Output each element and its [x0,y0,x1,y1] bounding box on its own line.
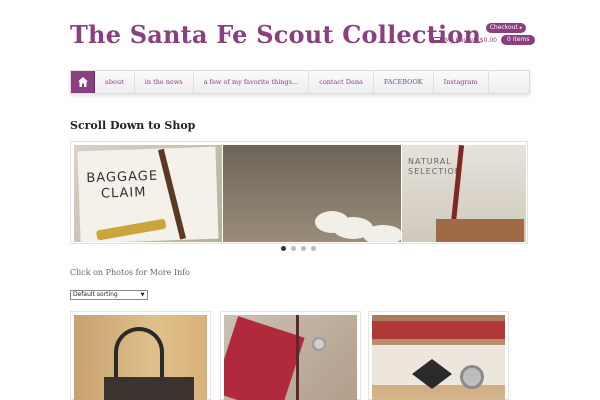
site-title[interactable]: The Santa Fe Scout Collection [70,20,481,49]
sort-select[interactable]: Default sorting ▼ [70,290,148,300]
slider-pagination [281,246,316,251]
silver-concho [312,337,326,351]
slide-text: BAGGAGE [86,168,159,187]
slide-clouds[interactable] [223,145,401,242]
basket-total: My Basket: $0.00 [445,36,497,44]
product-card[interactable] [220,311,361,400]
cloud-shape [363,225,401,242]
home-icon [77,77,88,87]
nav-item-facebook[interactable]: FACEBOOK [374,71,434,93]
slide-text: NATURAL [408,157,452,166]
magazine-page: BAGGAGE CLAIM [77,146,219,242]
slider-dot[interactable] [311,246,316,251]
basket-summary[interactable]: My Basket: $0.00 0 items [433,35,536,45]
chevron-down-icon: ▼ [140,292,145,298]
cart-icon [433,37,441,43]
nav-home-button[interactable] [71,71,95,93]
click-info-text: Click on Photos for More Info [70,268,190,277]
main-navigation: about in the news a few of my favorite t… [70,70,530,94]
product-image[interactable] [372,315,505,400]
nav-item-contact[interactable]: contact Dana [309,71,374,93]
slide-text: SELECTION [408,167,462,176]
silver-concho [460,365,484,389]
red-leather-shape [224,316,305,400]
bag-shape [436,219,524,242]
product-image[interactable] [224,315,357,400]
items-count-badge[interactable]: 0 items [500,35,536,45]
nav-item-in-the-news[interactable]: in the news [135,71,194,93]
nav-item-favorite-things[interactable]: a few of my favorite things... [194,71,310,93]
checkout-label: Checkout [489,24,518,31]
bag-buckle [95,218,167,241]
nav-item-instagram[interactable]: Instagram [434,71,489,93]
sort-select-value: Default sorting [73,291,118,298]
checkout-button[interactable]: Checkout ▸ [486,23,526,33]
product-image[interactable] [74,315,207,400]
slider-dot[interactable] [281,246,286,251]
chevron-right-icon: ▸ [519,25,523,31]
product-card[interactable] [368,311,509,400]
slider-dot[interactable] [301,246,306,251]
slide-natural-selection[interactable]: NATURAL SELECTION [402,145,526,242]
section-heading: Scroll Down to Shop [70,119,196,132]
magazine-page: NATURAL SELECTION [402,145,526,242]
slider-dot[interactable] [291,246,296,251]
image-slider[interactable]: BAGGAGE CLAIM NATURAL SELECTION [70,141,528,244]
leather-fringe [296,315,299,400]
nav-item-about[interactable]: about [95,71,135,93]
slide-text: CLAIM [100,185,147,202]
bag-shape [104,377,194,400]
product-card[interactable] [70,311,211,400]
woven-band [372,321,505,339]
slide-baggage-claim[interactable]: BAGGAGE CLAIM [74,145,222,242]
